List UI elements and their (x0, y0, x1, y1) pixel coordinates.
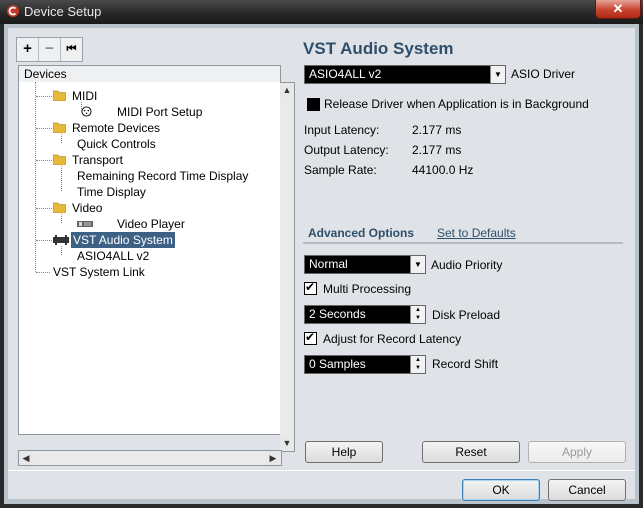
disk-preload-stepper[interactable]: 2 Seconds ▲ ▼ (304, 305, 426, 324)
tree-item-label: Remote Devices (72, 121, 161, 135)
tree-horizontal-scrollbar[interactable]: ◀ ▶ (18, 450, 282, 466)
cubase-logo-icon (7, 5, 19, 17)
release-driver-label: Release Driver when Application is in Ba… (324, 97, 589, 111)
reset-device-button[interactable]: ⏮ (60, 38, 82, 61)
scroll-left-icon[interactable]: ◀ (19, 451, 33, 465)
tree-connector (36, 240, 54, 241)
scroll-right-icon[interactable]: ▶ (266, 451, 280, 465)
set-to-defaults-link[interactable]: Set to Defaults (437, 226, 516, 240)
advanced-options-divider (303, 242, 623, 244)
tree-item-label: Video (72, 201, 103, 215)
spin-arrows-icon[interactable]: ▲ ▼ (410, 356, 425, 373)
release-driver-checkbox[interactable] (307, 98, 320, 111)
tree-item-label: Video Player (117, 217, 185, 231)
tree-item-label: VST System Link (53, 265, 145, 279)
input-latency-label: Input Latency: (304, 123, 380, 137)
tree-item-label: VST Audio System (71, 232, 175, 248)
close-button[interactable]: ✕ (595, 0, 641, 19)
help-button[interactable]: Help (305, 441, 383, 463)
midi-port-icon (81, 106, 92, 117)
audio-priority-label: Audio Priority (431, 258, 503, 272)
apply-button[interactable]: Apply (528, 441, 626, 463)
device-tree: MIDI MIDI Port Setup Remote Devices Quic… (18, 82, 281, 435)
multi-processing-checkbox[interactable] (304, 280, 317, 295)
sample-rate-value: 44100.0 Hz (412, 163, 474, 177)
tab-advanced-options[interactable]: Advanced Options (308, 226, 414, 240)
devices-header: Devices (18, 65, 281, 83)
window-title: Device Setup (24, 4, 102, 19)
add-device-button[interactable]: + (17, 38, 38, 61)
scroll-down-icon[interactable]: ▼ (280, 436, 294, 450)
sample-rate-label: Sample Rate: (304, 163, 377, 177)
video-player-icon (77, 221, 93, 227)
asio-driver-value: ASIO4ALL v2 (309, 67, 382, 81)
input-latency-value: 2.177 ms (412, 123, 462, 137)
adjust-record-latency-checkbox[interactable] (304, 330, 317, 345)
scroll-up-icon[interactable]: ▲ (280, 83, 294, 97)
tree-item-label: Remaining Record Time Display (77, 169, 249, 183)
panel-title: VST Audio System (303, 39, 454, 58)
remove-device-button[interactable]: − (38, 38, 60, 61)
tree-item-label: MIDI (72, 89, 98, 103)
tree-connector (61, 246, 62, 255)
footer-divider (8, 470, 635, 471)
asio-driver-dropdown[interactable]: ASIO4ALL v2 ▼ (304, 65, 506, 84)
tree-connector (36, 96, 54, 97)
tree-connector (36, 208, 54, 209)
devices-header-label: Devices (24, 67, 67, 81)
chevron-down-icon: ▼ (410, 256, 425, 273)
record-shift-value: 0 Samples (309, 357, 366, 371)
tree-connector (61, 214, 62, 223)
reset-button[interactable]: Reset (422, 441, 520, 463)
disk-preload-value: 2 Seconds (309, 307, 366, 321)
disk-preload-label: Disk Preload (432, 308, 501, 322)
audio-priority-dropdown[interactable]: Normal ▼ (304, 255, 426, 274)
tree-item-label: Transport (72, 153, 123, 167)
record-shift-stepper[interactable]: 0 Samples ▲ ▼ (304, 355, 426, 374)
tree-item-label: MIDI Port Setup (117, 105, 203, 119)
cancel-button[interactable]: Cancel (548, 479, 626, 501)
folder-icon (53, 122, 66, 133)
tree-connector (36, 128, 54, 129)
chevron-down-icon: ▼ (490, 66, 505, 83)
tree-connector (61, 134, 62, 143)
output-latency-label: Output Latency: (304, 143, 389, 157)
tree-connector (61, 166, 62, 191)
spin-arrows-icon[interactable]: ▲ ▼ (410, 306, 425, 323)
device-toolbar: + − ⏮ (16, 37, 83, 62)
tree-item-label: ASIO4ALL v2 (77, 249, 150, 263)
tree-vertical-scrollbar[interactable]: ▲ ▼ (280, 82, 295, 452)
output-latency-value: 2.177 ms (412, 143, 462, 157)
asio-driver-label: ASIO Driver (511, 67, 576, 81)
audio-system-icon (53, 235, 69, 245)
tree-connector (35, 82, 36, 272)
multi-processing-label: Multi Processing (323, 282, 412, 296)
folder-icon (53, 154, 66, 165)
audio-priority-value: Normal (309, 257, 348, 271)
record-shift-label: Record Shift (432, 357, 499, 371)
tree-connector (36, 272, 50, 273)
folder-icon (53, 202, 66, 213)
tree-connector (36, 160, 54, 161)
adjust-record-latency-label: Adjust for Record Latency (323, 332, 462, 346)
tree-item-label: Quick Controls (77, 137, 156, 151)
folder-icon (53, 90, 66, 101)
tree-item-label: Time Display (77, 185, 146, 199)
ok-button[interactable]: OK (462, 479, 540, 501)
